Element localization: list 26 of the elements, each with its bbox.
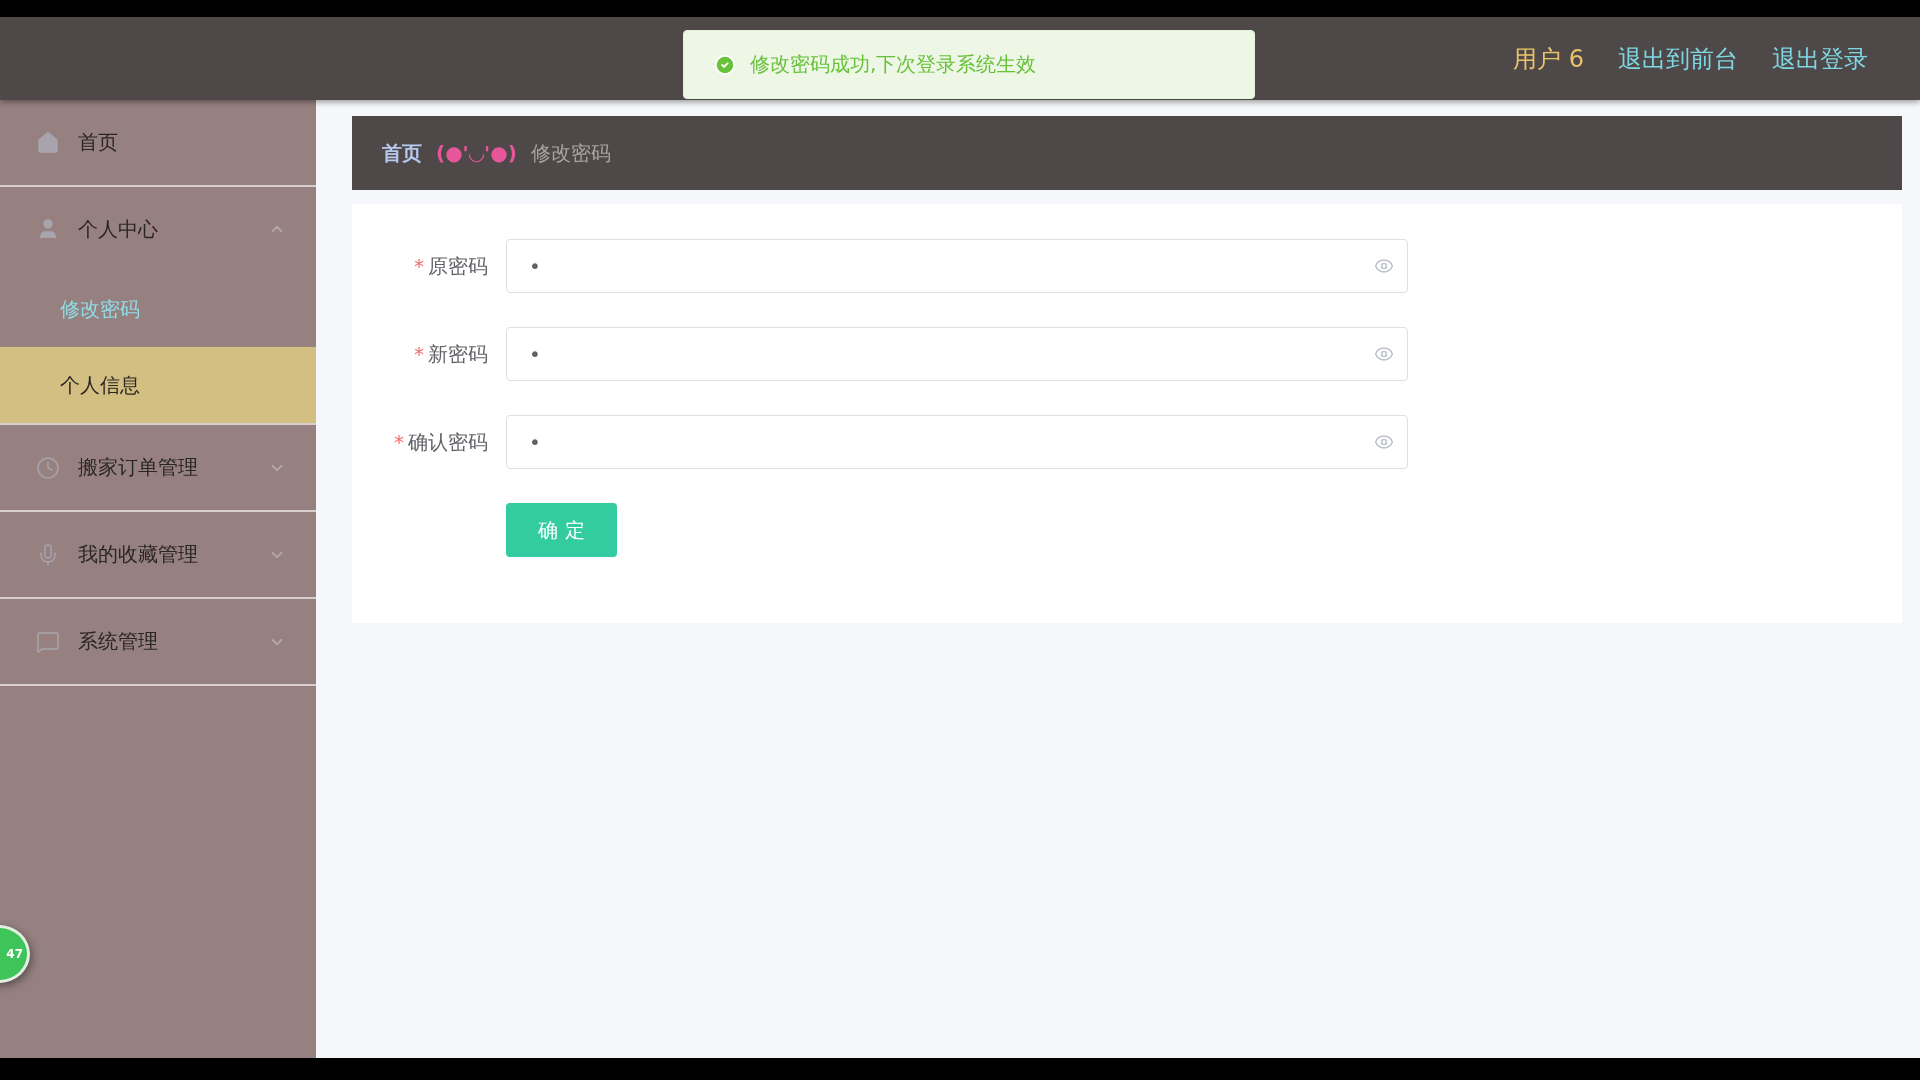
home-icon — [36, 130, 60, 155]
required-mark: * — [414, 341, 424, 366]
header-link[interactable]: 退出到前台 — [1618, 42, 1738, 75]
check-circle-icon — [714, 53, 736, 76]
breadcrumb-current: 修改密码 — [530, 139, 611, 167]
menu-item[interactable]: 个人中心 — [0, 187, 316, 271]
submenu-item[interactable]: 个人信息 — [0, 347, 316, 423]
required-mark: * — [414, 253, 424, 278]
clock-icon — [36, 455, 60, 480]
password-field[interactable]: • — [506, 415, 1408, 469]
chat-icon — [36, 629, 60, 654]
toast-message: 修改密码成功,下次登录系统生效 — [750, 51, 1037, 78]
breadcrumb-home[interactable]: 首页 — [382, 139, 422, 167]
submenu-item[interactable]: 修改密码 — [0, 271, 316, 347]
password-field[interactable]: • — [506, 327, 1408, 381]
eye-icon[interactable] — [1374, 432, 1394, 452]
field-label: 确认密码 — [408, 429, 488, 454]
required-mark: * — [394, 429, 404, 454]
field-label: 新密码 — [428, 341, 488, 366]
header-link[interactable]: 退出登录 — [1772, 42, 1868, 75]
breadcrumb-separator: (●'◡'●) — [436, 141, 517, 165]
field-label: 原密码 — [428, 253, 488, 278]
eye-icon[interactable] — [1374, 256, 1394, 276]
user-name: 用户 6 — [1513, 43, 1584, 75]
password-field[interactable]: • — [506, 239, 1408, 293]
eye-icon[interactable] — [1374, 344, 1394, 364]
